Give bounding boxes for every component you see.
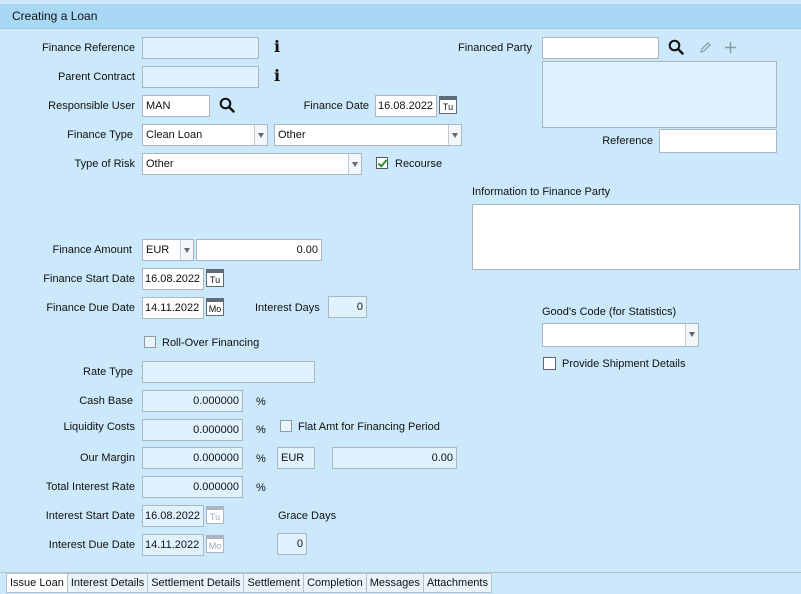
chevron-down-icon[interactable] (348, 154, 361, 174)
rollover-label: Roll-Over Financing (162, 337, 260, 349)
finance-due-date-input[interactable]: 14.11.2022 (142, 297, 204, 319)
finance-type-value: Clean Loan (146, 129, 203, 141)
finance-due-date-label: Finance Due Date (46, 302, 135, 314)
interest-start-date-label: Interest Start Date (45, 510, 135, 522)
tab-interest-details[interactable]: Interest Details (67, 573, 149, 593)
info-icon[interactable]: i (273, 68, 281, 84)
interest-days-input[interactable]: 0 (328, 296, 367, 318)
chevron-down-icon[interactable] (685, 324, 698, 346)
tab-settlement-details[interactable]: Settlement Details (148, 573, 245, 593)
our-margin-label: Our Margin (79, 452, 135, 464)
tab-attachments[interactable]: Attachments (423, 573, 492, 593)
goods-code-label: Good's Code (for Statistics) (542, 306, 677, 318)
recourse-checkbox[interactable] (376, 157, 388, 169)
finance-reference-label: Finance Reference (42, 42, 135, 54)
type-of-risk-select[interactable]: Other (142, 153, 362, 175)
financed-party-label: Financed Party (458, 42, 532, 54)
rate-type-label: Rate Type (83, 366, 133, 378)
cash-base-label: Cash Base (79, 395, 133, 407)
finance-reference-input[interactable] (142, 37, 259, 59)
cash-base-input[interactable]: 0.000000 (142, 390, 243, 412)
finance-amount-input[interactable]: 0.00 (196, 239, 322, 261)
calendar-icon[interactable]: Tu (206, 269, 224, 287)
grace-days-input[interactable]: 0 (277, 533, 307, 555)
provide-shipment-checkbox[interactable] (543, 357, 556, 370)
chevron-down-icon[interactable] (448, 125, 461, 145)
title-bar: Creating a Loan (0, 4, 801, 29)
parent-contract-label: Parent Contract (57, 71, 135, 83)
tab-messages[interactable]: Messages (366, 573, 424, 593)
flat-amt-label: Flat Amt for Financing Period (298, 421, 440, 433)
calendar-icon[interactable]: Tu (206, 506, 224, 524)
calendar-icon[interactable]: Tu (439, 96, 457, 114)
percent-label: % (256, 453, 266, 465)
our-margin-currency[interactable]: EUR (277, 447, 315, 469)
pencil-icon[interactable] (699, 41, 712, 54)
search-icon[interactable] (668, 39, 684, 55)
calendar-icon[interactable]: Mo (206, 535, 224, 553)
reference-input[interactable] (659, 129, 777, 153)
interest-due-date-label: Interest Due Date (48, 539, 135, 551)
financed-party-input[interactable] (542, 37, 659, 59)
tab-bar: Issue Loan Interest Details Settlement D… (6, 573, 492, 594)
search-icon[interactable] (219, 97, 235, 113)
type-of-risk-label: Type of Risk (74, 158, 135, 170)
finance-currency-value: EUR (146, 244, 170, 256)
page-title: Creating a Loan (12, 9, 98, 23)
info-to-finance-party-label: Information to Finance Party (472, 186, 611, 198)
finance-currency-select[interactable]: EUR (142, 239, 194, 261)
financed-party-details[interactable] (542, 61, 777, 128)
finance-subtype-value: Other (278, 129, 306, 141)
liquidity-costs-label: Liquidity Costs (63, 421, 135, 433)
percent-label: % (256, 424, 266, 436)
calendar-icon[interactable]: Mo (206, 298, 224, 316)
finance-type-label: Finance Type (67, 129, 133, 141)
flat-amt-checkbox[interactable] (280, 420, 292, 432)
our-margin-input[interactable]: 0.000000 (142, 447, 243, 469)
rate-type-input[interactable] (142, 361, 315, 383)
interest-start-date-input[interactable]: 16.08.2022 (142, 505, 204, 527)
responsible-user-input[interactable]: MAN (142, 95, 210, 117)
finance-type-select[interactable]: Clean Loan (142, 124, 268, 146)
finance-date-input[interactable]: 16.08.2022 (375, 95, 437, 117)
info-to-finance-party-textarea[interactable] (472, 204, 800, 270)
chevron-down-icon[interactable] (180, 240, 193, 260)
tab-completion[interactable]: Completion (304, 573, 367, 593)
finance-subtype-select[interactable]: Other (274, 124, 462, 146)
rollover-checkbox[interactable] (144, 336, 156, 348)
finance-amount-label: Finance Amount (52, 244, 133, 256)
goods-code-select[interactable] (542, 323, 699, 347)
finance-start-date-label: Finance Start Date (43, 273, 135, 285)
total-interest-rate-input[interactable]: 0.000000 (142, 476, 243, 498)
finance-date-label: Finance Date (303, 100, 369, 112)
our-margin-amount[interactable]: 0.00 (332, 447, 457, 469)
responsible-user-label: Responsible User (48, 100, 135, 112)
tab-settlement[interactable]: Settlement (244, 573, 305, 593)
parent-contract-input[interactable] (142, 66, 259, 88)
interest-days-label: Interest Days (255, 302, 320, 314)
finance-start-date-input[interactable]: 16.08.2022 (142, 268, 204, 290)
recourse-label: Recourse (395, 158, 443, 170)
info-icon[interactable]: i (273, 39, 281, 55)
percent-label: % (256, 482, 266, 494)
liquidity-costs-input[interactable]: 0.000000 (142, 419, 243, 441)
interest-due-date-input[interactable]: 14.11.2022 (142, 534, 204, 556)
chevron-down-icon[interactable] (254, 125, 267, 145)
grace-days-label: Grace Days (278, 510, 337, 522)
plus-icon[interactable] (724, 41, 737, 54)
tab-issue-loan[interactable]: Issue Loan (6, 573, 68, 593)
provide-shipment-label: Provide Shipment Details (562, 358, 686, 370)
reference-label: Reference (602, 135, 653, 147)
percent-label: % (256, 396, 266, 408)
total-interest-rate-label: Total Interest Rate (45, 481, 135, 493)
type-of-risk-value: Other (146, 158, 174, 170)
